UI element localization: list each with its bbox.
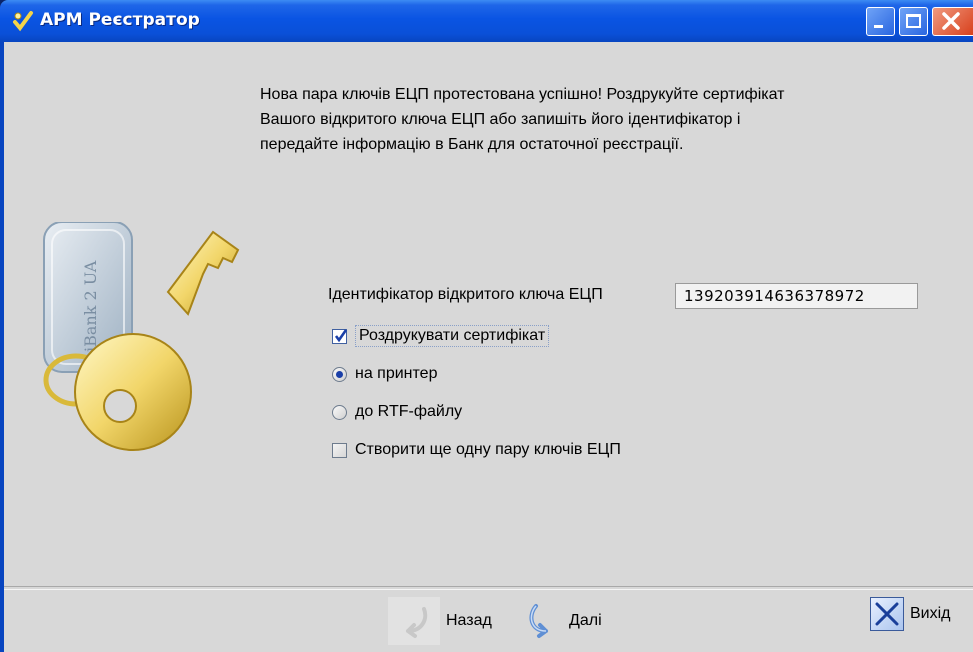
print-certificate-label: Роздрукувати сертифікат (355, 325, 550, 347)
key-id-field[interactable]: 139203914636378972 (675, 283, 918, 309)
create-another-label: Створити ще одну пару ключів ЕЦП (355, 441, 621, 458)
back-arrow-icon (388, 597, 440, 645)
radio-unselected-icon (332, 404, 347, 420)
back-label: Назад (446, 612, 492, 629)
message-line: Вашого відкритого ключа ЕЦП або запишіть… (260, 111, 741, 128)
back-button[interactable]: Назад (388, 597, 492, 645)
checkbox-checked-icon (332, 328, 348, 344)
next-label: Далі (569, 612, 602, 629)
close-icon (942, 12, 960, 30)
maximize-icon (906, 14, 921, 28)
exit-label: Вихід (910, 605, 951, 622)
next-arrow-icon (519, 597, 565, 645)
close-button[interactable] (932, 7, 973, 36)
message-line: передайте інформацію в Банк для остаточн… (260, 136, 684, 153)
dialog-body: Нова пара ключів ЕЦП протестована успішн… (0, 42, 973, 652)
checkbox-unchecked-icon (332, 442, 347, 458)
button-bar-divider (4, 586, 973, 590)
next-button[interactable]: Далі (519, 597, 602, 645)
print-certificate-checkbox[interactable]: Роздрукувати сертифікат (332, 325, 550, 347)
to-printer-label: на принтер (355, 365, 438, 382)
title-bar[interactable]: АРМ Реєстратор (0, 0, 973, 42)
message-line: Нова пара ключів ЕЦП протестована успішн… (260, 86, 785, 103)
app-window: АРМ Реєстратор Нова пара ключів ЕЦП прот… (0, 0, 973, 652)
create-another-checkbox[interactable]: Створити ще одну пару ключів ЕЦП (332, 441, 621, 459)
minimize-button[interactable] (866, 7, 895, 36)
maximize-button[interactable] (899, 7, 928, 36)
window-title: АРМ Реєстратор (40, 10, 200, 30)
token-text: iBank 2 UA (81, 260, 100, 352)
to-rtf-radio[interactable]: до RTF-файлу (332, 403, 462, 421)
exit-x-icon (870, 597, 904, 631)
to-rtf-label: до RTF-файлу (355, 403, 463, 420)
info-message: Нова пара ключів ЕЦП протестована успішн… (260, 82, 960, 157)
radio-selected-icon (332, 366, 347, 382)
key-illustration-icon: iBank 2 UA (43, 222, 240, 451)
minimize-icon (874, 25, 883, 28)
to-printer-radio[interactable]: на принтер (332, 365, 437, 383)
key-check-icon (13, 11, 33, 32)
exit-button[interactable]: Вихід (870, 597, 951, 631)
key-id-label: Ідентифікатор відкритого ключа ЕЦП (328, 286, 603, 303)
